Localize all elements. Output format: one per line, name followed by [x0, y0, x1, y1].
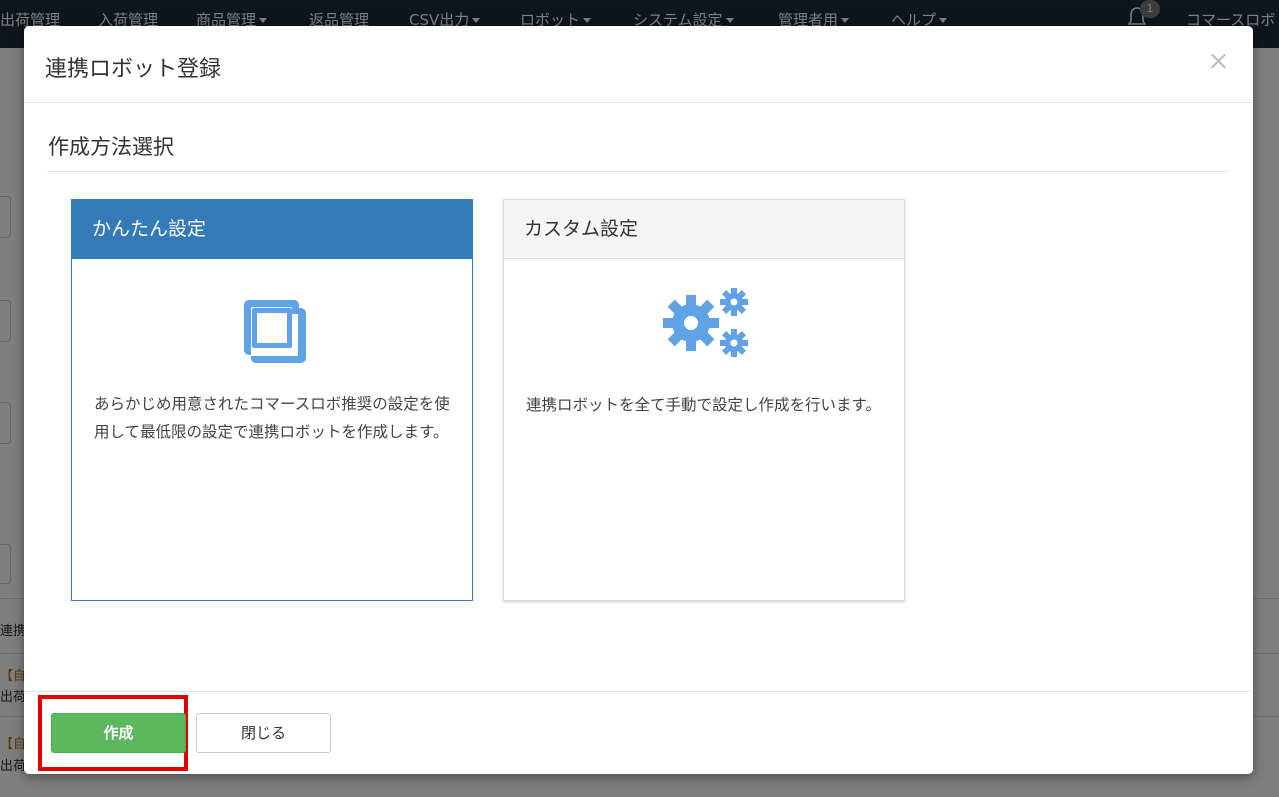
section-divider: [47, 171, 1229, 172]
close-icon[interactable]: [1204, 46, 1234, 76]
custom-setup-card[interactable]: カスタム設定 連携ロボットを全て手動で設定し作成を行います。: [503, 199, 905, 601]
card-title: カスタム設定: [504, 200, 904, 259]
register-robot-modal: 連携ロボット登録 作成方法選択 かんたん設定 あらかじめ用意されたコマースロボ推…: [24, 26, 1253, 774]
card-description: 連携ロボットを全て手動で設定し作成を行います。: [526, 396, 881, 414]
modal-footer: 作成 閉じる: [24, 691, 1253, 775]
copy-icon: [244, 300, 306, 363]
modal-header: 連携ロボット登録: [24, 26, 1253, 103]
card-description: あらかじめ用意されたコマースロボ推奨の設定を使用して最低限の設定で連携ロボットを…: [94, 395, 450, 441]
create-button[interactable]: 作成: [51, 713, 186, 753]
modal-title: 連携ロボット登録: [45, 57, 222, 82]
cogs-icon: [663, 288, 748, 357]
easy-setup-card[interactable]: かんたん設定 あらかじめ用意されたコマースロボ推奨の設定を使用して最低限の設定で…: [71, 199, 473, 601]
close-button[interactable]: 閉じる: [196, 713, 331, 753]
card-title: かんたん設定: [72, 200, 472, 259]
section-title: 作成方法選択: [48, 135, 174, 159]
